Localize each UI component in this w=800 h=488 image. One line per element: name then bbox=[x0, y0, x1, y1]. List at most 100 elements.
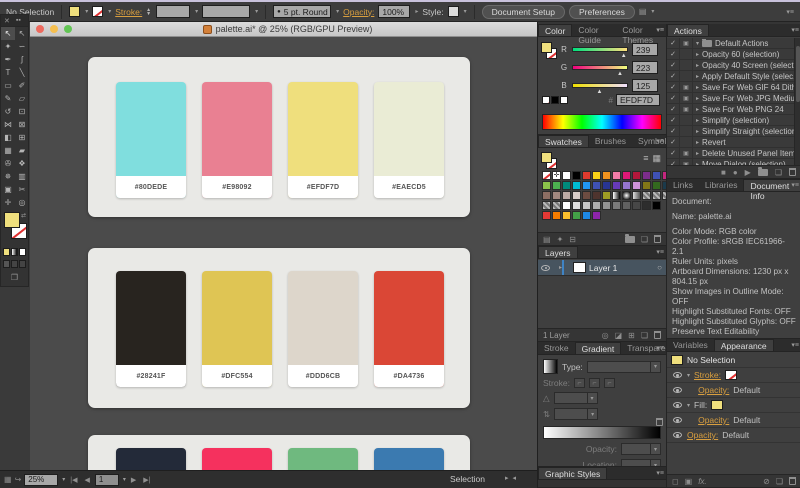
slider-thumb-icon[interactable]: ▲ bbox=[617, 71, 623, 77]
close-icon[interactable]: ✕ bbox=[4, 17, 10, 25]
visibility-eye-icon[interactable] bbox=[671, 417, 683, 423]
artboard-grid-icon[interactable]: ▦ bbox=[4, 475, 12, 484]
swatch[interactable] bbox=[602, 201, 611, 210]
duplicate-item-icon[interactable]: ❏ bbox=[776, 477, 783, 486]
color-card[interactable]: #EFDF7D bbox=[288, 82, 358, 198]
new-swatch-icon[interactable]: ❏ bbox=[641, 235, 648, 244]
chevron-down-icon[interactable]: ▾ bbox=[464, 8, 467, 15]
expand-icon[interactable]: ▸ bbox=[696, 84, 699, 91]
expand-icon[interactable]: ▸ bbox=[696, 73, 699, 80]
make-mask-icon[interactable]: ◪ bbox=[615, 331, 623, 340]
toggle-dialog-icon[interactable]: ▣ bbox=[680, 93, 693, 103]
color-card[interactable] bbox=[288, 448, 358, 470]
swatch[interactable] bbox=[542, 191, 551, 200]
panel-menu-icon[interactable]: ▾≡ bbox=[656, 344, 664, 352]
stroke-across-icon[interactable]: ⌐ bbox=[604, 378, 615, 388]
color-card[interactable]: #80DEDE bbox=[116, 82, 186, 198]
swatch[interactable] bbox=[652, 191, 661, 200]
gradient-mode-button[interactable] bbox=[11, 248, 18, 256]
gradient-angle-field[interactable]: ▾ bbox=[554, 392, 598, 404]
export-icon[interactable]: ↪ bbox=[15, 475, 22, 484]
swatch[interactable] bbox=[542, 181, 551, 190]
list-view-icon[interactable]: ≡ bbox=[643, 153, 648, 164]
action-row-save-for-web-jpg-medium[interactable]: ✓▣▸Save For Web JPG Medium bbox=[667, 93, 800, 104]
chevron-down-icon[interactable]: ▾ bbox=[62, 476, 65, 483]
fill-proxy-swatch[interactable] bbox=[4, 212, 20, 228]
status-mode-label[interactable]: Selection bbox=[450, 474, 485, 484]
new-color-group-icon[interactable] bbox=[625, 236, 635, 243]
zoom-tool[interactable]: ◎ bbox=[15, 196, 29, 209]
swatch[interactable] bbox=[612, 181, 621, 190]
stroke-within-icon[interactable]: ⌐ bbox=[574, 378, 585, 388]
delete-gradient-stop-icon[interactable] bbox=[656, 418, 663, 426]
toggle-item-check-icon[interactable]: ✓ bbox=[667, 60, 680, 70]
tab-gradient[interactable]: Gradient bbox=[575, 342, 622, 354]
action-row-save-for-web-gif-64-dith[interactable]: ✓▣▸Save For Web GIF 64 Dith... bbox=[667, 82, 800, 93]
type-tool[interactable]: T bbox=[1, 66, 15, 79]
toggle-item-check-icon[interactable]: ✓ bbox=[667, 71, 680, 81]
swatch[interactable] bbox=[562, 201, 571, 210]
swatch[interactable] bbox=[562, 171, 571, 180]
last-artboard-button[interactable]: ▶| bbox=[141, 476, 152, 484]
swatch[interactable] bbox=[582, 211, 591, 220]
tab-appearance[interactable]: Appearance bbox=[714, 339, 774, 351]
opacity-link[interactable]: Opacity: bbox=[343, 7, 374, 17]
channel-value-field[interactable]: 223 bbox=[632, 61, 658, 74]
screen-mode-icon[interactable]: ❐ bbox=[11, 273, 18, 282]
toggle-dialog-icon[interactable]: ▣ bbox=[680, 104, 693, 114]
color-card[interactable]: #E98092 bbox=[202, 82, 272, 198]
swatch-options-icon[interactable]: ⊟ bbox=[569, 235, 576, 244]
appearance-attr-row[interactable]: Opacity:Default bbox=[667, 428, 800, 443]
layer-row[interactable]: ▸ Layer 1 ○ bbox=[538, 260, 666, 276]
expand-icon[interactable]: ▾ bbox=[687, 402, 690, 409]
tab-stroke[interactable]: Stroke bbox=[538, 342, 575, 354]
locate-object-icon[interactable]: ◎ bbox=[602, 331, 609, 340]
toggle-dialog-icon[interactable] bbox=[680, 126, 693, 136]
swatch[interactable] bbox=[572, 191, 581, 200]
free-transform-tool[interactable]: ⊠ bbox=[15, 118, 29, 131]
add-new-stroke-icon[interactable]: ◻ bbox=[672, 477, 679, 486]
attribute-label[interactable]: Opacity: bbox=[687, 430, 718, 440]
shape-builder-tool[interactable]: ◧ bbox=[1, 131, 15, 144]
rotate-tool[interactable]: ↺ bbox=[1, 105, 15, 118]
swatch[interactable] bbox=[572, 171, 581, 180]
chevron-down-icon[interactable]: ▾ bbox=[123, 476, 126, 483]
grid-view-icon[interactable]: ▦ bbox=[652, 153, 661, 164]
gradient-tool[interactable]: ▰ bbox=[15, 144, 29, 157]
fill-stroke-indicator[interactable]: ⇄ bbox=[3, 212, 26, 246]
swatch[interactable] bbox=[592, 171, 601, 180]
toggle-dialog-icon[interactable] bbox=[680, 49, 693, 59]
toggle-item-check-icon[interactable]: ✓ bbox=[667, 104, 680, 114]
slice-tool[interactable]: ✂ bbox=[15, 183, 29, 196]
panel-menu-icon[interactable]: ▾≡ bbox=[656, 248, 664, 256]
magic-wand-tool[interactable]: ✦ bbox=[1, 40, 15, 53]
panel-menu-icon[interactable]: ▾≡ bbox=[791, 341, 799, 349]
tab-brushes[interactable]: Brushes bbox=[589, 135, 632, 147]
delete-layer-icon[interactable] bbox=[654, 331, 661, 339]
swatch[interactable] bbox=[602, 191, 611, 200]
channel-value-field[interactable]: 125 bbox=[632, 79, 658, 92]
layer-name[interactable]: Layer 1 bbox=[589, 263, 617, 273]
swatch[interactable] bbox=[562, 181, 571, 190]
tab-color-guide[interactable]: Color Guide bbox=[572, 24, 616, 36]
shape-properties-icon[interactable]: ▤ bbox=[639, 7, 647, 16]
line-segment-tool[interactable]: ╲ bbox=[15, 66, 29, 79]
gradient-thumbnail[interactable] bbox=[543, 359, 558, 374]
expand-icon[interactable]: ▸ bbox=[696, 95, 699, 102]
stroke-along-icon[interactable]: ⌐ bbox=[589, 378, 600, 388]
color-card[interactable]: #EAECD5 bbox=[374, 82, 444, 198]
attribute-label[interactable]: Opacity: bbox=[698, 415, 729, 425]
new-action-icon[interactable]: ❏ bbox=[775, 168, 782, 177]
artboard-canvas[interactable]: #80DEDE#E98092#EFDF7D#EAECD5#28241F#DFC5… bbox=[30, 37, 537, 470]
appearance-attr-row[interactable]: Opacity:Default bbox=[667, 383, 800, 398]
swatch[interactable] bbox=[542, 171, 551, 180]
hand-tool[interactable]: ✛ bbox=[1, 196, 15, 209]
swatch[interactable] bbox=[542, 211, 551, 220]
mesh-tool[interactable]: ▦ bbox=[1, 144, 15, 157]
swatch[interactable] bbox=[612, 191, 621, 200]
swatch[interactable] bbox=[632, 181, 641, 190]
color-card[interactable] bbox=[116, 448, 186, 470]
swatch[interactable] bbox=[582, 191, 591, 200]
action-row-default-actions[interactable]: ✓▣▾Default Actions bbox=[667, 38, 800, 49]
column-graph-tool[interactable]: ▥ bbox=[15, 170, 29, 183]
